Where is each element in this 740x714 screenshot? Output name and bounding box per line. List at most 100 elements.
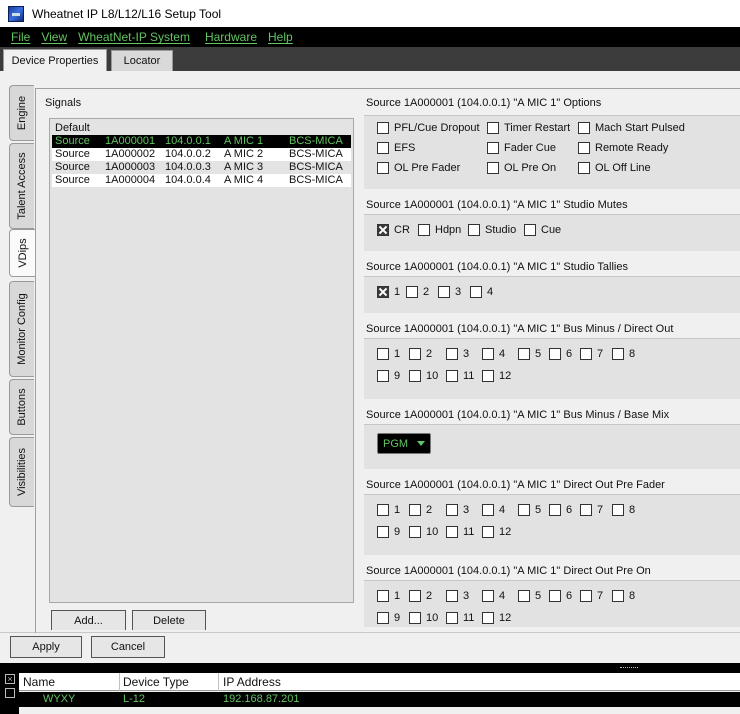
prefader-3[interactable]: 3 (446, 504, 469, 516)
column-name[interactable]: Name (23, 675, 55, 689)
base-mix-select[interactable]: PGM (377, 433, 431, 454)
checkbox[interactable] (470, 286, 482, 298)
signals-group-header[interactable]: Default (52, 122, 351, 135)
preon-4[interactable]: 4 (482, 590, 505, 602)
bus-direct-10[interactable]: 10 (409, 370, 438, 382)
checkbox[interactable] (409, 612, 421, 624)
bus-direct-8[interactable]: 8 (612, 348, 635, 360)
checkbox[interactable] (487, 122, 499, 134)
signals-list[interactable]: Default Source 1A000001 104.0.0.1 A MIC … (49, 118, 354, 603)
tally-2[interactable]: 2 (406, 286, 429, 298)
side-tab-engine[interactable]: Engine (9, 85, 34, 141)
checkbox[interactable] (578, 122, 590, 134)
bus-direct-12[interactable]: 12 (482, 370, 511, 382)
bus-direct-1[interactable]: 1 (377, 348, 400, 360)
option-efs[interactable]: EFS (377, 142, 415, 154)
checkbox[interactable] (580, 504, 592, 516)
checkbox[interactable] (482, 504, 494, 516)
checkbox[interactable] (518, 504, 530, 516)
checkbox[interactable] (406, 286, 418, 298)
checkbox[interactable] (377, 612, 389, 624)
bus-direct-11[interactable]: 11 (446, 370, 474, 382)
preon-9[interactable]: 9 (377, 612, 400, 624)
menu-file[interactable]: File (11, 30, 30, 44)
prefader-6[interactable]: 6 (549, 504, 572, 516)
prefader-12[interactable]: 12 (482, 526, 511, 538)
checkbox[interactable] (612, 504, 624, 516)
checkbox[interactable] (409, 504, 421, 516)
checkbox[interactable] (482, 612, 494, 624)
signal-row[interactable]: Source 1A000003 104.0.0.3 A MIC 3 BCS-MI… (52, 161, 351, 174)
checkbox[interactable] (446, 612, 458, 624)
column-separator[interactable] (119, 673, 120, 691)
side-tab-talent-access[interactable]: Talent Access (9, 143, 34, 229)
prefader-7[interactable]: 7 (580, 504, 603, 516)
checkbox[interactable] (377, 348, 389, 360)
checkbox[interactable] (446, 526, 458, 538)
prefader-4[interactable]: 4 (482, 504, 505, 516)
signal-row[interactable]: Source 1A000004 104.0.0.4 A MIC 4 BCS-MI… (52, 174, 351, 187)
checkbox[interactable] (418, 224, 430, 236)
checkbox[interactable] (487, 162, 499, 174)
prefader-1[interactable]: 1 (377, 504, 400, 516)
checkbox[interactable] (482, 526, 494, 538)
preon-8[interactable]: 8 (612, 590, 635, 602)
preon-10[interactable]: 10 (409, 612, 438, 624)
preon-11[interactable]: 11 (446, 612, 474, 624)
checkbox-checked[interactable] (377, 224, 389, 236)
checkbox[interactable] (482, 370, 494, 382)
preon-5[interactable]: 5 (518, 590, 541, 602)
preon-6[interactable]: 6 (549, 590, 572, 602)
preon-1[interactable]: 1 (377, 590, 400, 602)
column-separator[interactable] (218, 673, 219, 691)
checkbox[interactable] (612, 590, 624, 602)
checkbox[interactable] (377, 162, 389, 174)
option-remote-ready[interactable]: Remote Ready (578, 142, 668, 154)
checkbox-checked[interactable] (377, 286, 389, 298)
option-ol-pre-on[interactable]: OL Pre On (487, 162, 556, 174)
prefader-8[interactable]: 8 (612, 504, 635, 516)
checkbox[interactable] (578, 142, 590, 154)
cancel-button[interactable]: Cancel (91, 636, 165, 658)
signal-row[interactable]: Source 1A000001 104.0.0.1 A MIC 1 BCS-MI… (52, 135, 351, 148)
close-icon[interactable]: × (5, 674, 15, 684)
option-fader-cue[interactable]: Fader Cue (487, 142, 556, 154)
signal-row[interactable]: Source 1A000002 104.0.0.2 A MIC 2 BCS-MI… (52, 148, 351, 161)
preon-7[interactable]: 7 (580, 590, 603, 602)
delete-signal-button[interactable]: Delete (132, 610, 206, 630)
option-ol-off-line[interactable]: OL Off Line (578, 162, 651, 174)
checkbox[interactable] (377, 526, 389, 538)
side-tab-buttons[interactable]: Buttons (9, 379, 34, 435)
checkbox[interactable] (377, 370, 389, 382)
option-timer-restart[interactable]: Timer Restart (487, 122, 570, 134)
preon-2[interactable]: 2 (409, 590, 432, 602)
menu-help[interactable]: Help (268, 30, 293, 44)
checkbox[interactable] (409, 348, 421, 360)
bus-direct-5[interactable]: 5 (518, 348, 541, 360)
mute-studio[interactable]: Studio (468, 224, 516, 236)
checkbox[interactable] (446, 348, 458, 360)
checkbox[interactable] (524, 224, 536, 236)
prefader-5[interactable]: 5 (518, 504, 541, 516)
menu-view[interactable]: View (41, 30, 67, 44)
add-signal-button[interactable]: Add... (51, 610, 126, 630)
tab-device-properties[interactable]: Device Properties (3, 49, 107, 71)
checkbox[interactable] (409, 526, 421, 538)
checkbox[interactable] (377, 142, 389, 154)
checkbox[interactable] (580, 348, 592, 360)
mute-cue[interactable]: Cue (524, 224, 561, 236)
table-row[interactable]: WYXY L-12 192.168.87.201 (19, 692, 740, 707)
prefader-10[interactable]: 10 (409, 526, 438, 538)
column-device-type[interactable]: Device Type (123, 675, 189, 689)
checkbox[interactable] (578, 162, 590, 174)
checkbox[interactable] (377, 122, 389, 134)
bus-direct-2[interactable]: 2 (409, 348, 432, 360)
checkbox[interactable] (518, 348, 530, 360)
tally-3[interactable]: 3 (438, 286, 461, 298)
checkbox[interactable] (446, 370, 458, 382)
checkbox[interactable] (580, 590, 592, 602)
checkbox[interactable] (612, 348, 624, 360)
float-icon[interactable] (5, 688, 15, 698)
bus-direct-4[interactable]: 4 (482, 348, 505, 360)
checkbox[interactable] (438, 286, 450, 298)
